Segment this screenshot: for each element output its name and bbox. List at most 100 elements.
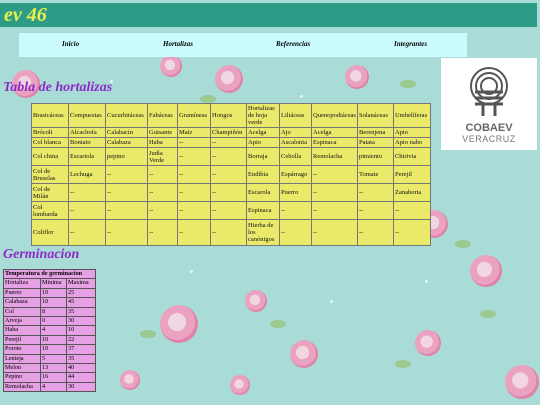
table-row: Pepino 16 44	[3, 372, 96, 383]
table-cell: Calabaza	[105, 137, 148, 148]
table-cell: 0	[40, 316, 67, 327]
logo-brand-text: COBAEV	[465, 122, 513, 134]
table-cell: --	[177, 147, 211, 166]
table-cell: --	[210, 165, 247, 184]
table-cell: --	[210, 137, 247, 148]
table-cell: Boniato	[68, 137, 106, 148]
germination-table-title: Temperatura de germinacion	[3, 268, 96, 280]
table-cell: Puerro	[279, 183, 312, 202]
table-cell: --	[68, 183, 106, 202]
table-cell: --	[392, 219, 431, 246]
table-cell: Maíz	[177, 127, 211, 138]
table-cell: Col de Milán	[31, 183, 69, 202]
table-row: Calabaza 10 45	[3, 297, 96, 308]
table-cell: Chirivia	[392, 147, 431, 166]
table-cell: 16	[40, 372, 67, 383]
table-row: Col lombarda -- -- -- -- -- Espinaca -- -- -- --	[31, 201, 431, 220]
table-cell: Escarola	[246, 183, 280, 202]
table-cell: Arveja	[3, 316, 41, 327]
table-cell: Ascalonia	[279, 137, 312, 148]
table-cell: --	[210, 183, 247, 202]
table-row: Coliflor -- -- -- -- -- Hierba de los canónigo…	[31, 219, 431, 246]
table-cell: Zanahoria	[392, 183, 431, 202]
table-cell: Guisante	[147, 127, 178, 138]
table-cell: Apio	[246, 137, 280, 148]
table-cell: --	[311, 219, 358, 246]
table-cell: Remolacha	[311, 147, 358, 166]
page-title: ev 46	[4, 4, 47, 26]
table-cell: Quenopodiáceas	[311, 103, 358, 128]
column-header: Maxima	[66, 278, 96, 289]
table-cell: --	[210, 219, 247, 246]
table-cell: 10	[40, 344, 67, 355]
table-cell: 35	[66, 353, 96, 365]
table-cell: 4	[40, 381, 67, 393]
table-cell: --	[210, 147, 247, 166]
table-cell: Col china	[31, 147, 69, 166]
table-cell: Col blanca	[31, 137, 69, 148]
table-cell: Apio nabo	[392, 137, 431, 148]
table-cell: --	[105, 219, 148, 246]
table-row: Col 8 35	[3, 306, 96, 318]
table-cell: Melon	[3, 363, 41, 374]
table-row: Puerro 10 25	[3, 287, 96, 299]
nav-link-inicio[interactable]: Inicio	[62, 40, 79, 48]
nav-link-referencias[interactable]: Referencias	[276, 40, 310, 48]
vegetable-table: Brasicáceas Compuestas Cucurbitáceas Fabáce…	[31, 103, 431, 246]
table-cell: --	[356, 201, 394, 220]
table-row: Remolacha 4 30	[3, 381, 96, 393]
table-cell: Espárrago	[279, 165, 312, 184]
table-cell: Brócoli	[31, 127, 69, 138]
table-cell: Lechuga	[68, 165, 106, 184]
table-cell: Puerro	[3, 287, 41, 299]
table-cell: Haba	[3, 325, 41, 336]
table-cell: --	[311, 201, 358, 220]
table-cell: --	[105, 183, 148, 202]
table-cell: Solanáceas	[356, 103, 394, 128]
nav-link-integrantes[interactable]: Integrantes	[394, 40, 427, 48]
table-cell: Tomate	[356, 165, 394, 184]
table-cell: --	[279, 201, 312, 220]
nav-link-hortalizas[interactable]: Hortalizas	[163, 40, 193, 48]
table-cell: Escariola	[68, 147, 106, 166]
table-cell: Berenjena	[356, 127, 394, 138]
table-cell: Lenteja	[3, 353, 41, 365]
table-cell: Col de Bruselas	[31, 165, 69, 184]
table-cell: --	[311, 165, 358, 184]
cobaev-emblem-icon	[470, 67, 508, 116]
table-cell: Cebolla	[279, 147, 312, 166]
table-cell: Espinaca	[311, 137, 358, 148]
table-cell: Fabáceas	[147, 103, 178, 128]
table-cell: Cucurbitáceas	[105, 103, 148, 128]
table-cell: --	[177, 183, 211, 202]
table-cell: --	[210, 201, 247, 220]
table-cell: 25	[66, 287, 96, 299]
header-banner: ev 46	[0, 3, 537, 27]
table-row: Haba 4 10	[3, 325, 96, 336]
table-cell: --	[392, 201, 431, 220]
table-row: Arveja 0 30	[3, 316, 96, 327]
table-cell: Judía Verde	[147, 147, 178, 166]
table-cell: Pepino	[3, 372, 41, 383]
logo-sub-text: VERACRUZ	[462, 134, 516, 144]
table-cell: --	[147, 201, 178, 220]
table-cell: 4	[40, 325, 67, 336]
table-cell: --	[147, 183, 178, 202]
table-cell: --	[356, 219, 394, 246]
table-row: Poroto 10 37	[3, 344, 96, 355]
table-cell: 40	[66, 363, 96, 374]
table-cell: 22	[66, 334, 96, 346]
table-cell: --	[147, 219, 178, 246]
table-cell: Espinaca	[246, 201, 280, 220]
table-cell: Calabacín	[105, 127, 148, 138]
table-cell: Acelga	[311, 127, 358, 138]
table-cell: Apio	[392, 127, 431, 138]
table-cell: Calabaza	[3, 297, 41, 308]
table-cell: 45	[66, 297, 96, 308]
table-cell: Patata	[356, 137, 394, 148]
table-cell: --	[311, 183, 358, 202]
nav-bar: Inicio Hortalizas Referencias Integrante…	[19, 33, 467, 57]
table-row: Col blanca Boniato Calabaza Haba -- -- Apio Asc…	[31, 137, 431, 148]
table-cell: Endibia	[246, 165, 280, 184]
table-cell: --	[68, 201, 106, 220]
